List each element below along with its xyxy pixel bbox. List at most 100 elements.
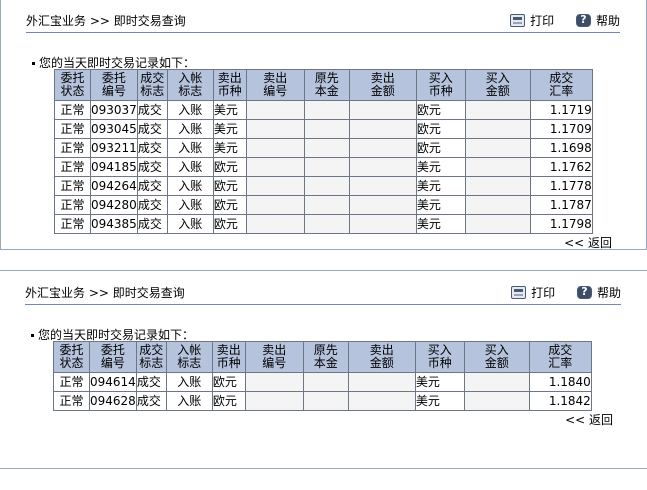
column-header: 成交 标志 [135, 341, 167, 373]
table-cell: 欧元 [212, 214, 247, 234]
column-header: 成交 汇率 [528, 341, 592, 373]
table-cell: 094280 [90, 195, 138, 215]
table-cell: 1.1719 [529, 100, 593, 120]
table-cell: 1.1709 [529, 119, 593, 139]
back-link[interactable]: << 返回 [564, 234, 612, 251]
redacted-cell [245, 176, 305, 196]
print-button[interactable]: 打印 [511, 284, 555, 301]
table-row: 正常 093045 成交 入账 美元 欧元 1.1709 [54, 119, 593, 139]
table-cell: 入账 [166, 214, 214, 234]
toolbar: 打印 帮助 [493, 284, 621, 302]
table-cell: 1.1787 [529, 195, 593, 215]
column-header: 入帐 标志 [165, 341, 213, 373]
redacted-cell [302, 391, 349, 411]
redacted-cell [348, 138, 417, 158]
column-header: 买入 金额 [463, 341, 530, 373]
table-cell: 美元 [414, 391, 465, 411]
table-cell: 正常 [53, 372, 90, 392]
column-header: 卖出 币种 [211, 341, 246, 373]
table-cell: 成交 [135, 372, 167, 392]
table-cell: 入账 [166, 100, 214, 120]
table-cell: 美元 [414, 372, 465, 392]
redacted-cell [245, 214, 305, 234]
redacted-cell [463, 391, 530, 411]
table-cell: 成交 [135, 391, 167, 411]
table-row: 正常 094628 成交 入账 欧元 美元 1.1842 [53, 391, 592, 411]
table-cell: 欧元 [212, 195, 247, 215]
table-cell: 094628 [89, 391, 137, 411]
table-cell: 欧元 [211, 391, 246, 411]
redacted-cell [464, 195, 531, 215]
table-cell: 093045 [90, 119, 138, 139]
table-cell: 094185 [90, 157, 138, 177]
table-cell: 入账 [166, 157, 214, 177]
table-cell: 成交 [136, 138, 168, 158]
redacted-cell [245, 138, 305, 158]
table-cell: 1.1762 [529, 157, 593, 177]
help-button[interactable]: 帮助 [575, 12, 620, 29]
table-cell: 正常 [54, 119, 91, 139]
transactions-table: 委托 状态 委托 编号 成交 标志 入帐 标志 卖出 币种 卖出 编号 原先 本金 卖出 金额 买入 币种 买入 金额… [53, 341, 592, 411]
table-cell: 美元 [415, 195, 466, 215]
redacted-cell [464, 157, 531, 177]
redacted-cell [464, 119, 531, 139]
table-cell: 正常 [54, 176, 91, 196]
column-header: 入帐 标志 [166, 69, 214, 101]
column-header: 卖出 金额 [348, 69, 417, 101]
table-cell: 成交 [136, 157, 168, 177]
table-cell: 成交 [136, 195, 168, 215]
redacted-cell [303, 157, 350, 177]
table-cell: 正常 [53, 391, 90, 411]
help-icon [575, 13, 591, 27]
redacted-cell [303, 119, 350, 139]
redacted-cell [463, 372, 530, 392]
table-header-row: 委托 状态 委托 编号 成交 标志 入帐 标志 卖出 币种 卖出 编号 原先 本金 卖出 金额 买入 币种 买入 金额… [53, 341, 592, 373]
table-cell: 093037 [90, 100, 138, 120]
redacted-cell [303, 138, 350, 158]
column-header: 买入 币种 [415, 69, 466, 101]
table-cell: 正常 [54, 157, 91, 177]
table-cell: 094264 [90, 176, 138, 196]
bullet-icon [31, 334, 34, 337]
redacted-cell [245, 157, 305, 177]
redacted-cell [244, 391, 304, 411]
table-cell: 美元 [415, 214, 466, 234]
redacted-cell [464, 176, 531, 196]
query-panel-1: 外汇宝业务 >> 即时交易查询 打印 帮助 您的当天即时交易记录如下： 委托状态… [0, 0, 647, 250]
help-icon [576, 285, 592, 299]
table-cell: 入账 [166, 119, 214, 139]
page-title: 外汇宝业务 >> 即时交易查询 [26, 14, 186, 28]
table-row: 正常 093211 成交 入账 美元 欧元 1.1698 [54, 138, 593, 158]
column-header: 委托 编号 [89, 341, 137, 373]
table-row: 正常 094280 成交 入账 欧元 美元 1.1787 [54, 195, 593, 215]
column-header: 成交 汇率 [529, 69, 593, 101]
redacted-cell [464, 138, 531, 158]
column-header: 卖出 金额 [347, 341, 416, 373]
redacted-cell [303, 195, 350, 215]
column-header: 原先 本金 [303, 69, 350, 101]
redacted-cell [348, 195, 417, 215]
table-row: 正常 094264 成交 入账 欧元 美元 1.1778 [54, 176, 593, 196]
bullet-icon [32, 62, 35, 65]
table-cell: 入账 [166, 138, 214, 158]
table-header-row: 委托 状态 委托 编号 成交 标志 入帐 标志 卖出 币种 卖出 编号 原先 本金 卖出 金额 买入 币种 买入 金额… [54, 69, 593, 101]
redacted-cell [348, 214, 417, 234]
column-header: 卖出 编号 [245, 69, 305, 101]
table-row: 正常 094185 成交 入账 欧元 美元 1.1762 [54, 157, 593, 177]
help-button[interactable]: 帮助 [576, 284, 621, 301]
table-cell: 正常 [54, 100, 91, 120]
redacted-cell [245, 195, 305, 215]
redacted-cell [303, 100, 350, 120]
table-cell: 欧元 [415, 119, 466, 139]
table-cell: 正常 [54, 138, 91, 158]
redacted-cell [348, 176, 417, 196]
column-header: 卖出 编号 [244, 341, 304, 373]
table-cell: 成交 [136, 100, 168, 120]
redacted-cell [302, 372, 349, 392]
back-link[interactable]: << 返回 [565, 411, 613, 428]
page-title: 外汇宝业务 >> 即时交易查询 [25, 286, 185, 300]
table-cell: 1.1698 [529, 138, 593, 158]
print-button[interactable]: 打印 [510, 12, 554, 29]
table-cell: 欧元 [212, 176, 247, 196]
table-cell: 美元 [415, 176, 466, 196]
